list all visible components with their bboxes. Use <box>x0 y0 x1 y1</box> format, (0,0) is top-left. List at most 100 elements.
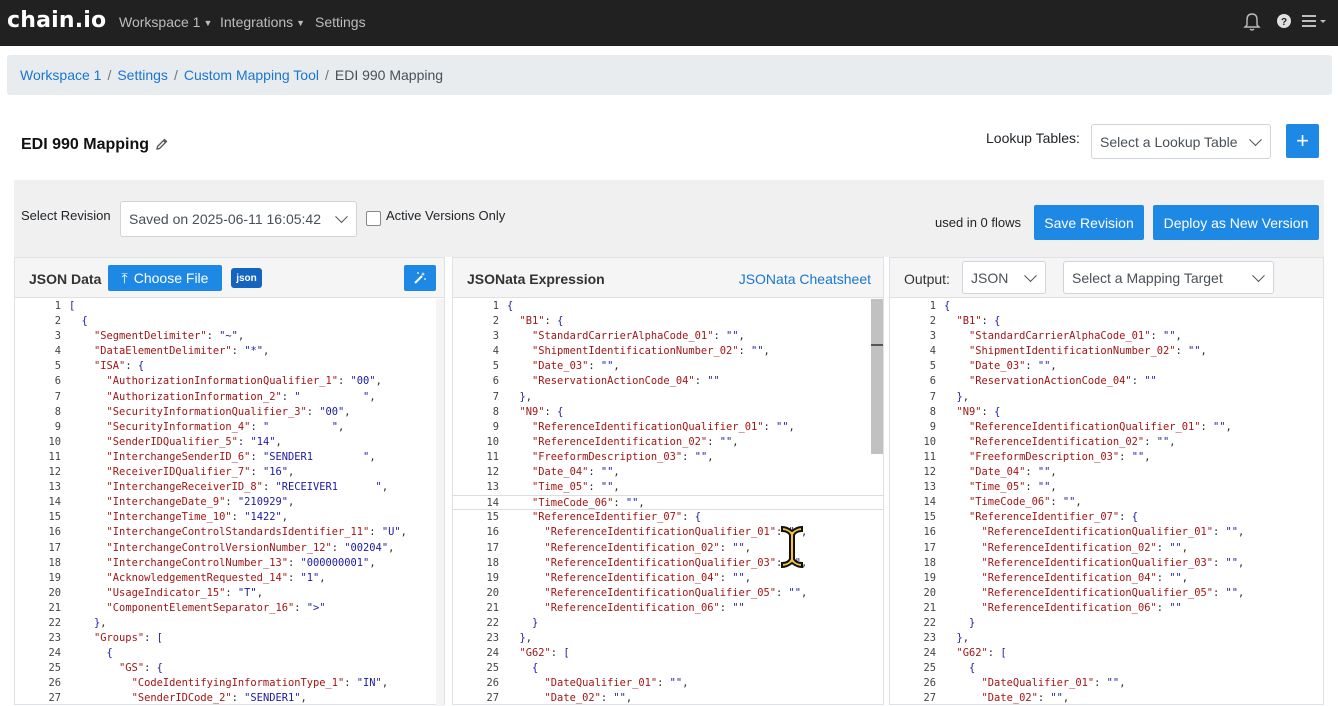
json-editor-scrollbar[interactable] <box>436 299 444 706</box>
breadcrumb-custom-mapping-tool[interactable]: Custom Mapping Tool <box>184 67 319 83</box>
jsonata-cheatsheet-link[interactable]: JSONata Cheatsheet <box>739 271 871 287</box>
code-line: 9 "ReferenceIdentificationQualifier_01":… <box>890 420 1323 435</box>
breadcrumb-settings[interactable]: Settings <box>117 67 168 83</box>
code-text: "N9": { <box>519 405 564 418</box>
line-number: 9 <box>492 420 499 433</box>
magic-wand-button[interactable] <box>404 265 436 291</box>
deploy-new-version-button[interactable]: Deploy as New Version <box>1153 205 1319 240</box>
code-text: "ISA": { <box>94 360 145 373</box>
help-icon[interactable]: ? <box>1276 13 1292 34</box>
line-number: 20 <box>48 586 61 599</box>
scroll-position-marker <box>871 344 883 346</box>
line-number: 26 <box>48 677 61 690</box>
code-text: "AcknowledgementRequested_14": "1", <box>106 571 326 584</box>
code-line: 14 "TimeCode_06": "", <box>890 495 1323 510</box>
jsonata-editor-scrollbar[interactable] <box>871 299 883 454</box>
mapping-target-select[interactable]: Select a Mapping Target <box>1063 261 1274 294</box>
bell-icon[interactable] <box>1243 12 1261 37</box>
json-data-header: JSON Data ⤒ Choose File json <box>15 258 444 298</box>
json-badge: json <box>231 268 262 288</box>
code-text: "InterchangeControlVersionNumber_12": "0… <box>106 541 395 554</box>
line-number: 9 <box>54 420 61 433</box>
active-versions-only-checkbox[interactable] <box>366 211 381 226</box>
code-line: 3 "StandardCarrierAlphaCode_01": "", <box>890 329 1323 344</box>
nav-workspace-dropdown[interactable]: Workspace 1 ▼ <box>119 14 212 30</box>
hamburger-menu-icon[interactable] <box>1302 13 1328 34</box>
code-text: "ReferenceIdentificationQualifier_05": "… <box>544 586 808 599</box>
code-line: 15 "InterchangeTime_10": "1422", <box>15 510 444 525</box>
line-number: 18 <box>486 556 499 569</box>
code-line: 18 "ReferenceIdentificationQualifier_03"… <box>453 556 883 571</box>
jsonata-editor[interactable]: 1{2 "B1": {3 "StandardCarrierAlphaCode_0… <box>453 299 883 704</box>
caret-down-icon: ▼ <box>203 18 213 28</box>
code-line: 15 "ReferenceIdentifier_07": { <box>890 510 1323 525</box>
code-line: 2 "B1": { <box>453 314 883 329</box>
code-text: "G62": [ <box>519 647 570 660</box>
output-viewer: 1{2 "B1": {3 "StandardCarrierAlphaCode_0… <box>890 299 1323 704</box>
code-line: 24 "G62": [ <box>890 646 1323 661</box>
line-number: 17 <box>923 541 936 554</box>
code-line: 1{ <box>453 299 883 314</box>
code-text: "ReferenceIdentifier_07": { <box>532 511 701 524</box>
save-revision-button[interactable]: Save Revision <box>1034 205 1144 240</box>
code-line: 20 "ReferenceIdentificationQualifier_05"… <box>453 586 883 601</box>
code-line: 19 "ReferenceIdentification_04": "", <box>453 571 883 586</box>
code-line: 27 "Date_02": "", <box>453 691 883 704</box>
code-line: 10 "ReferenceIdentification_02": "", <box>890 435 1323 450</box>
json-data-title: JSON Data <box>29 271 102 287</box>
line-number: 27 <box>48 692 61 704</box>
line-number: 12 <box>923 466 936 479</box>
breadcrumb-workspace[interactable]: Workspace 1 <box>20 67 101 83</box>
code-line: 16 "InterchangeControlStandardsIdentifie… <box>15 525 444 540</box>
chainio-logo[interactable]: chain.io <box>7 8 106 33</box>
code-text: }, <box>956 390 970 403</box>
code-line: 23 "Groups": [ <box>15 631 444 646</box>
code-text: "InterchangeSenderID_6": "SENDER1 ", <box>106 450 376 463</box>
revision-select[interactable]: Saved on 2025-06-11 16:05:42 <box>120 201 357 237</box>
code-line: 14 "TimeCode_06": "", <box>453 495 883 511</box>
code-line: 13 "Time_05": "", <box>453 480 883 495</box>
line-number: 19 <box>48 571 61 584</box>
line-number: 22 <box>48 616 61 629</box>
code-text: "Date_03": "", <box>969 360 1057 373</box>
nav-integrations-dropdown[interactable]: Integrations ▼ <box>220 14 305 30</box>
chevron-down-icon <box>335 210 348 224</box>
line-number: 10 <box>923 435 936 448</box>
line-number: 27 <box>486 692 499 704</box>
code-text: "ReferenceIdentification_02": "", <box>981 541 1189 554</box>
code-line: 5 "Date_03": "", <box>890 359 1323 374</box>
line-number: 11 <box>48 450 61 463</box>
code-text: }, <box>94 616 107 629</box>
jsonata-header: JSONata Expression JSONata Cheatsheet <box>453 258 883 298</box>
line-number: 21 <box>486 601 499 614</box>
line-number: 20 <box>923 586 936 599</box>
line-number: 2 <box>492 315 499 328</box>
nav-settings-link[interactable]: Settings <box>315 14 366 30</box>
code-text: "SecurityInformation_4": " ", <box>106 420 345 433</box>
code-line: 7 }, <box>890 390 1323 405</box>
code-line: 26 "DateQualifier_01": "", <box>890 676 1323 691</box>
code-line: 14 "InterchangeDate_9": "210929", <box>15 495 444 510</box>
lookup-table-select[interactable]: Select a Lookup Table <box>1091 124 1271 159</box>
line-number: 14 <box>486 497 499 510</box>
line-number: 13 <box>48 481 61 494</box>
code-text: "DataElementDelimiter": "*", <box>94 345 270 358</box>
code-text: "ShipmentIdentificationNumber_02": "", <box>532 345 770 358</box>
output-title: Output: <box>904 271 950 287</box>
top-navbar: chain.io Workspace 1 ▼ Integrations ▼ Sett… <box>0 0 1338 46</box>
choose-file-button[interactable]: ⤒ Choose File <box>108 265 222 291</box>
line-number: 22 <box>486 616 499 629</box>
lookup-tables-label: Lookup Tables: <box>986 130 1080 146</box>
active-versions-only-label[interactable]: Active Versions Only <box>386 208 505 223</box>
output-format-select[interactable]: JSON <box>962 261 1046 294</box>
line-number: 26 <box>923 677 936 690</box>
code-text: "TimeCode_06": "", <box>969 496 1082 509</box>
json-data-editor[interactable]: 1[2 {3 "SegmentDelimiter": "~", 4 "DataEl… <box>15 299 444 704</box>
add-lookup-table-button[interactable]: + <box>1286 124 1319 158</box>
code-line: 5 "Date_03": "", <box>453 359 883 374</box>
line-number: 2 <box>929 315 936 328</box>
pencil-edit-icon[interactable] <box>155 137 169 154</box>
code-line: 21 "ReferenceIdentification_06": "" <box>453 601 883 616</box>
code-line: 13 "InterchangeReceiverID_8": "RECEIVER1… <box>15 480 444 495</box>
svg-text:?: ? <box>1281 17 1287 28</box>
